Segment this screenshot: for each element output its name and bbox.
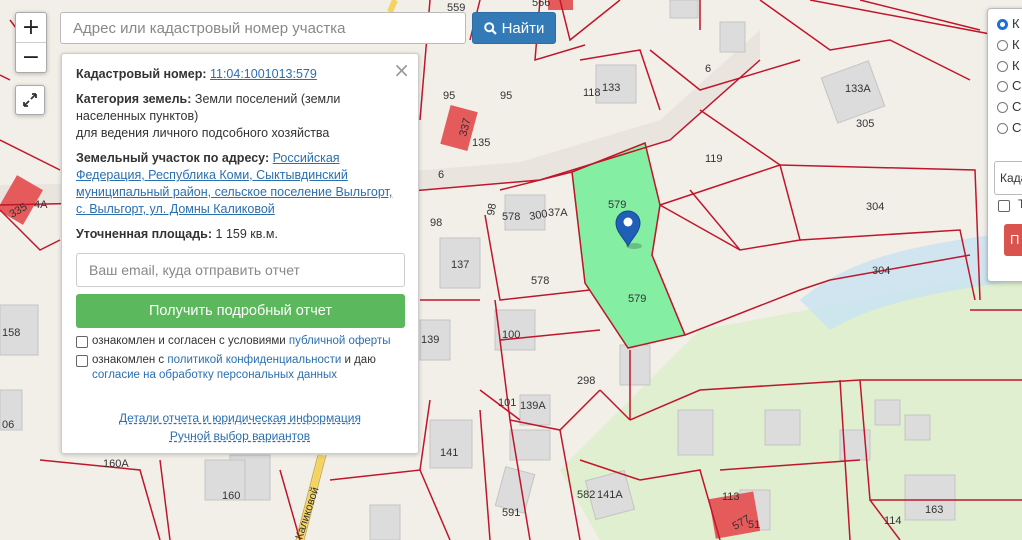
category-label: Категория земель: [76,92,192,106]
parcel-label: 298 [577,375,595,387]
layer-label: С [1012,78,1022,93]
parcel-label: 160 [222,490,240,502]
parcel-label: 133 [602,82,620,94]
public-offer-link[interactable]: публичной оферты [289,335,391,347]
consent-offer-text: ознакомлен и согласен с условиями публич… [92,335,391,347]
parcel-label: 579 [628,293,646,305]
personal-data-link[interactable]: согласие на обработку персональных данны… [92,369,337,381]
search-icon [483,21,497,35]
parcel-label: 119 [705,153,723,165]
parcel-label: 305 [856,118,874,130]
address-row: Земельный участок по адресу: Российская … [76,150,404,218]
parcel-label: 141 [440,447,458,459]
consent-privacy: ознакомлен с политикой конфиденциальност… [76,353,404,383]
consent-privacy-checkbox[interactable] [76,355,88,367]
parcel-info-panel: × Кадастровый номер: 11:04:1001013:579 К… [61,53,419,454]
layer-checkbox[interactable] [998,200,1010,212]
search-input[interactable] [60,12,466,44]
layer-label: К [1012,37,1020,52]
layer-label: К [1012,16,1020,31]
search-button-label: Найти [501,19,545,37]
layer-label: К [1012,58,1020,73]
parcel-label: 304 [872,265,890,277]
parcel-label: 4А [34,199,48,211]
parcel-label: 137 [451,259,469,271]
parcel-label: 158 [2,327,20,339]
zoom-control: + − [15,12,47,73]
layer-radio[interactable] [997,61,1008,72]
get-report-button[interactable]: Получить подробный отчет [76,294,405,328]
layer-radio[interactable] [997,40,1008,51]
parcel-label: 139А [520,400,546,412]
layer-label: С [1012,120,1022,135]
parcel-label: 163 [925,504,943,516]
details-link[interactable]: Детали отчета и юридическая информация [119,409,361,427]
parcel-label: 160А [103,458,129,470]
email-input[interactable] [76,253,405,287]
zoom-out-button[interactable]: − [16,42,46,72]
category-row: Категория земель: Земли поселений (земли… [76,91,404,142]
parcel-label: 582 [577,489,595,501]
area-label: Уточненная площадь: [76,227,213,241]
panel-footer-links: Детали отчета и юридическая информация Р… [76,409,404,445]
parcel-label: 95 [500,90,512,102]
street-label: Каликовой [293,486,321,540]
parcel-label: 133А [845,83,871,95]
layer-radio[interactable] [997,102,1008,113]
address-label: Земельный участок по адресу: [76,151,270,165]
search-button[interactable]: Найти [472,12,556,44]
cadastral-row: Кадастровый номер: 11:04:1001013:579 [76,66,404,83]
parcel-label: 37А [548,207,568,219]
parcel-label: 304 [866,201,884,213]
layer-checkbox-label: Т [1018,197,1022,211]
parcel-label: 6 [438,169,444,181]
parcel-label: 300 [528,208,548,223]
expand-icon [23,93,37,107]
parcel-label: 98 [430,217,442,229]
manual-select-link[interactable]: Ручной выбор вариантов [170,427,310,445]
parcel-label: 51 [748,519,760,531]
parcel-label: 06 [2,419,14,431]
parcel-label: 591 [502,507,520,519]
parcel-label: 139 [421,334,439,346]
area-value: 1 159 кв.м. [215,227,278,241]
parcel-label: 101 [498,397,516,409]
layer-select[interactable]: Када [994,161,1022,195]
parcel-label: 98 [485,202,499,216]
parcel-label: 95 [443,90,455,102]
parcel-label: 135 [472,137,490,149]
layer-apply-button[interactable]: П [1004,224,1022,256]
parcel-label: 566 [532,0,550,9]
parcel-label: 141А [597,489,623,501]
layer-radio[interactable] [997,123,1008,134]
area-row: Уточненная площадь: 1 159 кв.м. [76,226,404,243]
cadastral-number-link[interactable]: 11:04:1001013:579 [210,67,317,81]
consent-offer: ознакомлен и согласен с условиями публич… [76,334,404,349]
layer-radio[interactable] [997,81,1008,92]
parcel-label: 113 [722,491,740,503]
parcel-label: 6 [705,63,711,75]
fullscreen-button[interactable] [15,85,45,115]
parcel-label: 578 [531,275,549,287]
privacy-policy-link[interactable]: политикой конфиденциальности [167,354,341,366]
cadastral-label: Кадастровый номер: [76,67,207,81]
parcel-label: 118 [583,87,601,99]
layer-label: С [1012,99,1022,114]
parcel-label: 100 [502,329,520,341]
parcel-label: 579 [608,199,626,211]
layer-radio[interactable] [997,19,1008,30]
layers-panel: К К К С С С Када Т П [987,8,1022,282]
category-use: для ведения личного подсобного хозяйства [76,126,330,140]
zoom-in-button[interactable]: + [16,13,46,42]
consent-offer-checkbox[interactable] [76,336,88,348]
road-top [387,0,398,14]
parcel-label: 114 [884,515,902,527]
parcel-label: 578 [502,211,520,223]
close-icon[interactable]: × [393,58,410,82]
consent-privacy-text: ознакомлен с политикой конфиденциальност… [92,354,376,381]
